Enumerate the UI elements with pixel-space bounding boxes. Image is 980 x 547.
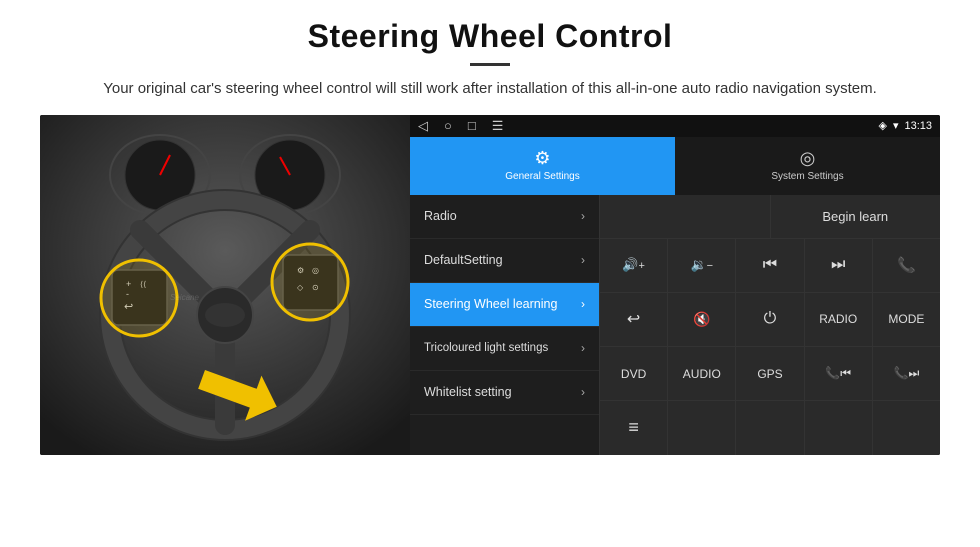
control-row-2: ↩ 🔇 ⏻ RADIO MOD	[600, 293, 940, 347]
gps-label: GPS	[757, 367, 782, 381]
nav-home-icon[interactable]: ○	[444, 118, 452, 133]
vol-up-button[interactable]: 🔊+	[600, 239, 668, 292]
content-area: + - ⟨⟨ ↩ ⚙ ◎ ◇ ⊙ Seicane	[40, 115, 940, 455]
power-icon: ⏻	[764, 310, 777, 328]
right-panel: Begin learn 🔊+ 🔉−	[600, 195, 940, 455]
chevron-icon-steering: ›	[581, 297, 585, 311]
location-icon: ◈	[878, 119, 886, 132]
status-bar-nav: ◁ ○ □ ☰	[418, 118, 503, 134]
status-bar: ◁ ○ □ ☰ ◈ ▾ 13:13	[410, 115, 940, 137]
next-track-button[interactable]: ⏭	[805, 239, 873, 292]
chevron-icon-radio: ›	[581, 209, 585, 223]
menu-item-whitelist[interactable]: Whitelist setting ›	[410, 371, 599, 415]
dvd-label: DVD	[621, 367, 646, 381]
car-image-svg: + - ⟨⟨ ↩ ⚙ ◎ ◇ ⊙ Seicane	[40, 115, 410, 455]
chevron-icon-default: ›	[581, 253, 585, 267]
system-settings-icon: ◎	[800, 148, 816, 169]
tab-general-label: General Settings	[505, 171, 580, 182]
menu-item-steering-wheel[interactable]: Steering Wheel learning ›	[410, 283, 599, 327]
call-prev-button[interactable]: 📞⏮	[805, 347, 873, 400]
menu-item-default-label: DefaultSetting	[424, 253, 503, 267]
power-button[interactable]: ⏻	[736, 293, 804, 346]
begin-learn-left-empty	[600, 195, 771, 238]
subtitle: Your original car's steering wheel contr…	[80, 78, 900, 101]
mode-label: MODE	[888, 312, 924, 326]
menu-item-steering-label: Steering Wheel learning	[424, 297, 557, 311]
begin-learn-row: Begin learn	[600, 195, 940, 239]
title-divider	[470, 63, 510, 66]
nav-recent-icon[interactable]: □	[468, 118, 476, 133]
prev-track-button[interactable]: ⏮	[736, 239, 804, 292]
menu-item-tricoloured[interactable]: Tricoloured light settings ›	[410, 327, 599, 371]
vol-down-button[interactable]: 🔉−	[668, 239, 736, 292]
time-display: 13:13	[904, 120, 932, 132]
nav-back-icon[interactable]: ◁	[418, 118, 428, 134]
call-next-button[interactable]: 📞⏭	[873, 347, 940, 400]
status-bar-info: ◈ ▾ 13:13	[878, 119, 932, 132]
chevron-icon-tricoloured: ›	[581, 341, 585, 355]
tab-system[interactable]: ◎ System Settings	[675, 137, 940, 195]
phone-button[interactable]: 📞	[873, 239, 940, 292]
chevron-icon-whitelist: ›	[581, 385, 585, 399]
audio-button[interactable]: AUDIO	[668, 347, 736, 400]
nav-menu-icon[interactable]: ☰	[492, 118, 504, 134]
list-icon: ≡	[628, 417, 639, 438]
begin-learn-button[interactable]: Begin learn	[771, 195, 941, 238]
menu-item-whitelist-label: Whitelist setting	[424, 385, 512, 399]
control-row-1: 🔊+ 🔉− ⏮ ⏭ 📞	[600, 239, 940, 293]
prev-track-icon: ⏮	[763, 256, 777, 274]
menu-item-tricoloured-label: Tricoloured light settings	[424, 341, 548, 356]
audio-label: AUDIO	[683, 367, 721, 381]
control-row-3: DVD AUDIO GPS 📞⏮	[600, 347, 940, 401]
gps-button[interactable]: GPS	[736, 347, 804, 400]
phone-icon: 📞	[897, 256, 916, 274]
mute-icon: 🔇	[693, 311, 710, 328]
mute-button[interactable]: 🔇	[668, 293, 736, 346]
hang-up-icon: ↩	[627, 309, 640, 329]
menu-item-radio[interactable]: Radio ›	[410, 195, 599, 239]
empty-btn-4	[805, 401, 873, 454]
controls-grid: 🔊+ 🔉− ⏮ ⏭ 📞	[600, 239, 940, 455]
general-settings-icon: ⚙	[534, 148, 550, 169]
tab-bar: ⚙ General Settings ◎ System Settings	[410, 137, 940, 195]
car-image-area: + - ⟨⟨ ↩ ⚙ ◎ ◇ ⊙ Seicane	[40, 115, 410, 455]
android-ui: ◁ ○ □ ☰ ◈ ▾ 13:13 ⚙ General Settings	[410, 115, 940, 455]
vol-up-icon: 🔊+	[622, 257, 645, 273]
empty-btn-5	[873, 401, 940, 454]
svg-text:Seicane: Seicane	[170, 293, 199, 302]
tab-general[interactable]: ⚙ General Settings	[410, 137, 675, 195]
call-prev-icon: 📞⏮	[825, 366, 851, 381]
next-track-icon: ⏭	[831, 256, 845, 274]
page-title: Steering Wheel Control	[40, 18, 940, 55]
vol-down-icon: 🔉−	[690, 257, 713, 273]
page-container: Steering Wheel Control Your original car…	[0, 0, 980, 465]
empty-btn-2	[668, 401, 736, 454]
wifi-icon: ▾	[893, 119, 899, 132]
menu-panel: Radio › DefaultSetting › Steering Wheel …	[410, 195, 600, 455]
radio-button[interactable]: RADIO	[805, 293, 873, 346]
dvd-button[interactable]: DVD	[600, 347, 668, 400]
call-next-icon: 📞⏭	[894, 366, 920, 381]
title-section: Steering Wheel Control Your original car…	[40, 18, 940, 101]
tab-system-label: System Settings	[771, 171, 843, 182]
hang-up-button[interactable]: ↩	[600, 293, 668, 346]
menu-item-radio-label: Radio	[424, 209, 457, 223]
mode-button[interactable]: MODE	[873, 293, 940, 346]
control-row-4: ≡	[600, 401, 940, 454]
empty-btn-3	[736, 401, 804, 454]
menu-item-default-setting[interactable]: DefaultSetting ›	[410, 239, 599, 283]
main-split: Radio › DefaultSetting › Steering Wheel …	[410, 195, 940, 455]
list-button[interactable]: ≡	[600, 401, 668, 454]
radio-label: RADIO	[819, 312, 857, 326]
